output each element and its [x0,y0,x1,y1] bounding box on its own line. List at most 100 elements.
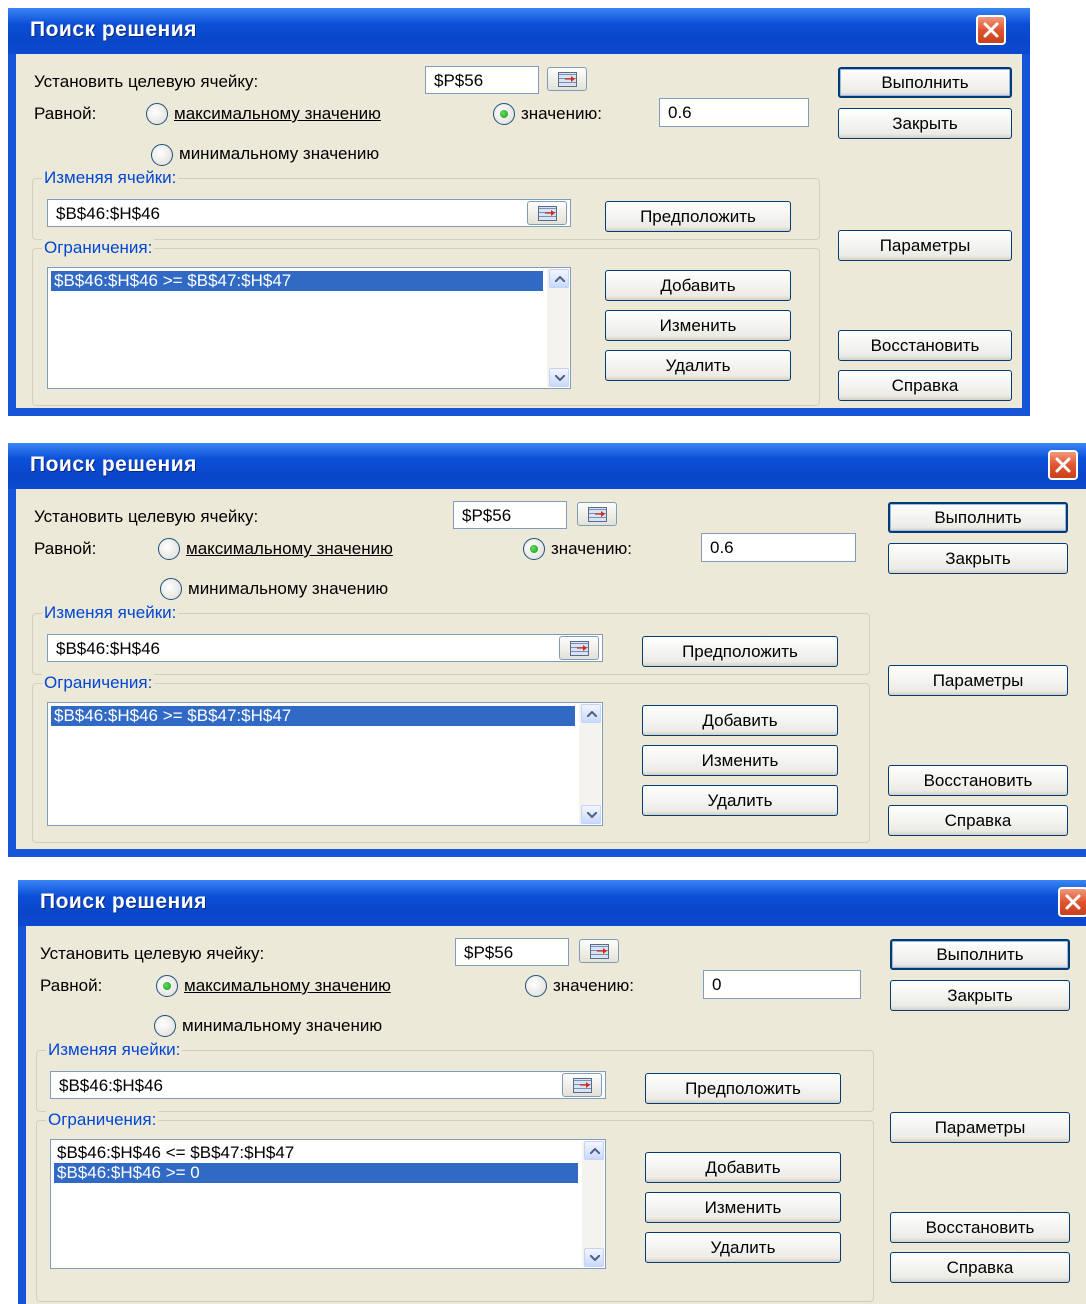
value-input[interactable]: 0 [703,970,861,999]
radio-min[interactable] [151,144,173,166]
changing-cells-input[interactable]: $B$46:$H$46 [47,199,571,227]
constraints-list[interactable]: $B$46:$H$46 >= $B$47:$H$47 [47,702,603,826]
delete-button[interactable]: Удалить [605,350,791,381]
solve-button[interactable]: Выполнить [888,502,1068,533]
target-cell-label: Установить целевую ячейку: [34,507,259,526]
changing-cells-input[interactable]: $B$46:$H$46 [50,1071,606,1099]
radio-value-label: значению: [521,104,602,123]
value-input[interactable]: 0.6 [659,98,809,127]
help-button[interactable]: Справка [890,1252,1070,1283]
changing-cells-title: Изменяя ячейки: [42,168,179,188]
collapse-dialog-icon[interactable] [547,67,587,91]
radio-value-label: значению: [553,976,634,995]
collapse-dialog-icon[interactable] [579,939,619,963]
constraints-list[interactable]: $B$46:$H$46 <= $B$47:$H$47 $B$46:$H$46 >=… [50,1139,606,1269]
dialog-body: Установить целевую ячейку: $P$56 Равной:… [16,54,1022,408]
solve-button[interactable]: Выполнить [838,67,1012,98]
constraint-item[interactable]: $B$46:$H$46 >= $B$47:$H$47 [51,706,575,726]
close-button[interactable]: Закрыть [890,980,1070,1011]
title-bar[interactable]: Поиск решения [18,880,1086,926]
delete-button[interactable]: Удалить [642,785,838,816]
value-input[interactable]: 0.6 [701,533,856,562]
radio-value-label: значению: [551,539,632,558]
target-cell-label: Установить целевую ячейку: [34,72,259,91]
help-button[interactable]: Справка [838,370,1012,401]
scrollbar[interactable] [582,1141,604,1267]
constraints-title: Ограничения: [42,238,155,258]
dialog-title: Поиск решения [30,18,197,41]
change-button[interactable]: Изменить [642,745,838,776]
scrollbar[interactable] [579,704,601,824]
target-cell-input[interactable]: $P$56 [455,938,569,966]
constraints-title: Ограничения: [42,673,155,693]
dialog-body: Установить целевую ячейку: $P$56 Равной:… [26,926,1086,1304]
constraints-list[interactable]: $B$46:$H$46 >= $B$47:$H$47 [47,267,571,389]
guess-button[interactable]: Предположить [645,1073,841,1104]
collapse-dialog-icon[interactable] [559,636,599,660]
equal-label: Равной: [34,104,97,123]
reset-button[interactable]: Восстановить [888,765,1068,796]
add-button[interactable]: Добавить [605,270,791,301]
add-button[interactable]: Добавить [642,705,838,736]
radio-min[interactable] [154,1015,176,1037]
radio-max[interactable] [146,103,168,125]
scroll-up-arrow[interactable] [549,269,569,288]
scroll-down-arrow[interactable] [581,805,601,824]
reset-button[interactable]: Восстановить [890,1212,1070,1243]
collapse-dialog-icon[interactable] [562,1073,602,1097]
radio-value[interactable] [523,538,545,560]
scroll-up-arrow[interactable] [581,704,601,723]
radio-min-label: минимальному значению [179,144,380,163]
radio-min[interactable] [160,578,182,600]
options-button[interactable]: Параметры [890,1112,1070,1143]
target-cell-input[interactable]: $P$56 [453,501,567,529]
target-cell-input[interactable]: $P$56 [425,66,539,94]
close-button[interactable]: Закрыть [838,108,1012,139]
radio-value[interactable] [525,975,547,997]
close-button[interactable]: Закрыть [888,543,1068,574]
radio-max-text: максимальному значению [186,539,393,558]
close-icon[interactable] [976,15,1006,45]
dialog-title: Поиск решения [40,890,207,913]
add-button[interactable]: Добавить [645,1152,841,1183]
solver-dialog-3: Поиск решения Установить целевую ячейку:… [18,880,1086,1304]
close-icon[interactable] [1058,887,1086,917]
constraint-item[interactable]: $B$46:$H$46 >= 0 [54,1163,578,1183]
guess-button[interactable]: Предположить [605,201,791,232]
scroll-down-arrow[interactable] [549,368,569,387]
radio-value[interactable] [493,103,515,125]
change-button[interactable]: Изменить [605,310,791,341]
constraint-item[interactable]: $B$46:$H$46 <= $B$47:$H$47 [54,1143,578,1163]
changing-cells-title: Изменяя ячейки: [46,1040,183,1060]
collapse-dialog-icon[interactable] [527,201,567,225]
radio-max-label: максимальному значению [174,104,381,124]
target-cell-label: Установить целевую ячейку: [40,944,265,963]
options-button[interactable]: Параметры [838,230,1012,261]
radio-max[interactable] [156,975,178,997]
change-button[interactable]: Изменить [645,1192,841,1223]
changing-cells-input[interactable]: $B$46:$H$46 [47,634,603,662]
title-bar[interactable]: Поиск решения [8,443,1086,489]
reset-button[interactable]: Восстановить [838,330,1012,361]
radio-max-label: максимальному значению [184,976,391,996]
constraint-item[interactable]: $B$46:$H$46 >= $B$47:$H$47 [51,271,543,291]
scroll-up-arrow[interactable] [584,1141,604,1160]
equal-label: Равной: [40,976,103,995]
scroll-down-arrow[interactable] [584,1248,604,1267]
collapse-dialog-icon[interactable] [577,502,617,526]
options-button[interactable]: Параметры [888,665,1068,696]
delete-button[interactable]: Удалить [645,1232,841,1263]
help-button[interactable]: Справка [888,805,1068,836]
scrollbar[interactable] [547,269,569,387]
changing-cells-title: Изменяя ячейки: [42,603,179,623]
radio-max-text: максимальному значению [174,104,381,123]
close-icon[interactable] [1048,450,1078,480]
solver-dialog-1: Поиск решения Установить целевую ячейку:… [8,8,1030,416]
title-bar[interactable]: Поиск решения [8,8,1030,54]
solve-button[interactable]: Выполнить [890,939,1070,970]
radio-max[interactable] [158,538,180,560]
constraints-title: Ограничения: [46,1110,159,1130]
radio-min-label: минимальному значению [188,579,389,598]
guess-button[interactable]: Предположить [642,636,838,667]
radio-min-label: минимальному значению [182,1016,383,1035]
